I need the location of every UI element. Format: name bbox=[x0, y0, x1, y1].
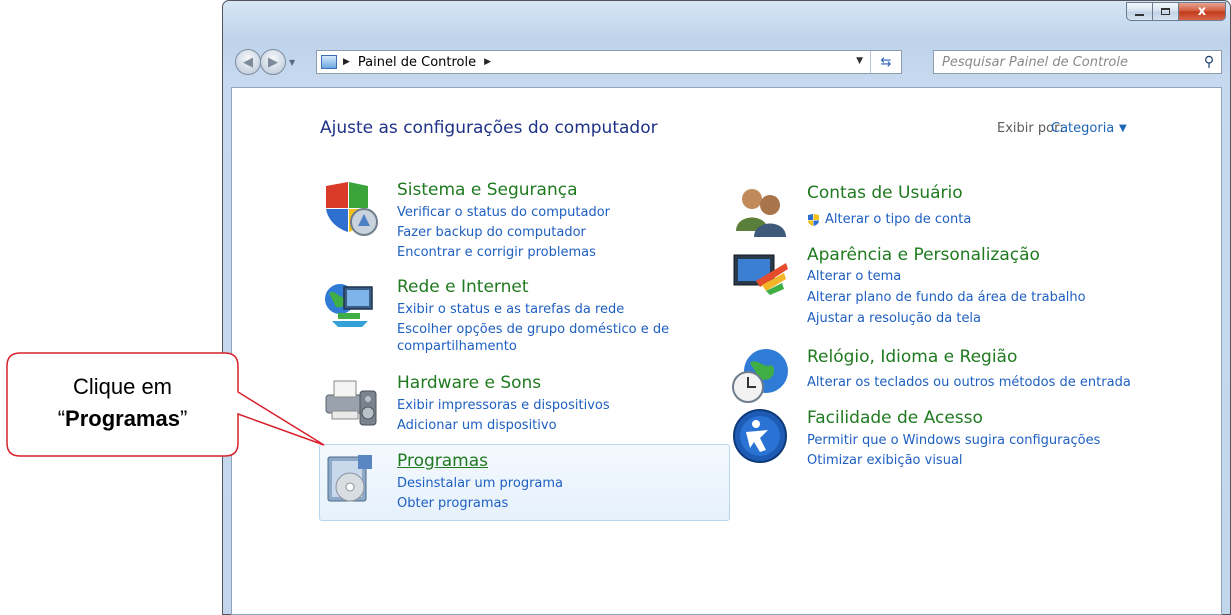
category-title[interactable]: Relógio, Idioma e Região bbox=[807, 347, 1017, 367]
link-printers-devices[interactable]: Exibir impressoras e dispositivos bbox=[397, 398, 610, 413]
back-arrow-icon: ◀ bbox=[243, 54, 253, 70]
link-change-theme[interactable]: Alterar o tema bbox=[807, 269, 901, 284]
view-by-chevron-icon[interactable]: ▼ bbox=[1119, 123, 1127, 134]
link-backup[interactable]: Fazer backup do computador bbox=[397, 225, 586, 240]
category-title[interactable]: Rede e Internet bbox=[397, 277, 529, 297]
link-homegroup[interactable]: Escolher opções de grupo doméstico e de bbox=[397, 322, 669, 337]
link-windows-suggest[interactable]: Permitir que o Windows sugira configuraç… bbox=[807, 433, 1100, 448]
link-change-account-type[interactable]: Alterar o tipo de conta bbox=[807, 212, 971, 227]
forward-button[interactable]: ▶ bbox=[260, 49, 286, 75]
link-change-keyboards[interactable]: Alterar os teclados ou outros métodos de… bbox=[807, 375, 1131, 390]
back-button[interactable]: ◀ bbox=[235, 49, 261, 75]
callout-line-2: “Programas” bbox=[57, 406, 188, 431]
search-input[interactable]: Pesquisar Painel de Controle ⚲ bbox=[933, 50, 1222, 74]
link-optimize-display[interactable]: Otimizar exibição visual bbox=[807, 453, 963, 468]
callout-line-1: Clique em bbox=[72, 374, 173, 399]
uac-shield-icon bbox=[808, 214, 819, 226]
breadcrumb-control-panel[interactable]: Painel de Controle bbox=[358, 55, 476, 70]
search-icon[interactable]: ⚲ bbox=[1197, 54, 1221, 70]
control-panel-window: x ◀ ▶ ▼ ▶ Painel de Controle ▶ ▼ ⇆ Pesqu… bbox=[222, 0, 1231, 615]
shield-security-icon bbox=[326, 182, 378, 236]
caption-buttons: x bbox=[1126, 2, 1226, 22]
search-placeholder[interactable]: Pesquisar Painel de Controle bbox=[942, 55, 1197, 70]
breadcrumb-chevron-icon[interactable]: ▶ bbox=[484, 57, 491, 67]
category-title[interactable]: Contas de Usuário bbox=[807, 183, 963, 203]
monitor-brush-icon bbox=[733, 254, 788, 295]
control-panel-icon bbox=[321, 55, 337, 69]
category-title[interactable]: Programas bbox=[397, 451, 488, 471]
minimize-icon bbox=[1135, 13, 1144, 16]
maximize-icon bbox=[1161, 8, 1170, 15]
close-button[interactable]: x bbox=[1179, 2, 1226, 21]
refresh-button[interactable]: ⇆ bbox=[870, 51, 901, 73]
link-troubleshoot[interactable]: Encontrar e corrigir problemas bbox=[397, 245, 596, 260]
content-pane: Ajuste as configurações do computador Ex… bbox=[231, 87, 1222, 615]
maximize-button[interactable] bbox=[1153, 2, 1179, 21]
link-change-background[interactable]: Alterar plano de fundo da área de trabal… bbox=[807, 290, 1086, 305]
link-uninstall-program[interactable]: Desinstalar um programa bbox=[397, 476, 563, 491]
link-homegroup-cont[interactable]: compartilhamento bbox=[397, 339, 517, 354]
category-title[interactable]: Facilidade de Acesso bbox=[807, 408, 983, 428]
link-network-status[interactable]: Exibir o status e as tarefas da rede bbox=[397, 302, 624, 317]
category-title[interactable]: Aparência e Personalização bbox=[807, 245, 1040, 265]
clock-globe-icon bbox=[732, 349, 788, 403]
callout-text: Clique em “Programas” bbox=[6, 371, 239, 435]
navigation-buttons: ◀ ▶ ▼ bbox=[235, 49, 295, 75]
address-dropdown-icon[interactable]: ▼ bbox=[856, 56, 863, 66]
link-get-programs[interactable]: Obter programas bbox=[397, 496, 508, 511]
category-title[interactable]: Sistema e Segurança bbox=[397, 180, 578, 200]
printer-speaker-icon bbox=[325, 380, 377, 426]
forward-arrow-icon: ▶ bbox=[268, 54, 278, 70]
users-icon bbox=[736, 189, 786, 237]
link-check-status[interactable]: Verificar o status do computador bbox=[397, 205, 610, 220]
link-add-device[interactable]: Adicionar um dispositivo bbox=[397, 418, 557, 433]
recent-pages-dropdown[interactable]: ▼ bbox=[289, 58, 295, 67]
category-title[interactable]: Hardware e Sons bbox=[397, 373, 541, 393]
address-bar[interactable]: ▶ Painel de Controle ▶ ▼ ⇆ bbox=[316, 50, 902, 74]
link-label[interactable]: Alterar o tipo de conta bbox=[825, 212, 971, 227]
breadcrumb-separator-icon[interactable]: ▶ bbox=[343, 57, 350, 67]
programs-disc-icon bbox=[327, 455, 372, 502]
page-title: Ajuste as configurações do computador bbox=[320, 118, 658, 138]
view-by-dropdown[interactable]: Categoria bbox=[1051, 121, 1114, 136]
minimize-button[interactable] bbox=[1126, 2, 1153, 21]
link-adjust-resolution[interactable]: Ajustar a resolução da tela bbox=[807, 311, 981, 326]
instruction-callout: Clique em “Programas” bbox=[6, 352, 325, 457]
accessibility-icon bbox=[733, 409, 787, 463]
network-globe-icon bbox=[325, 284, 373, 327]
